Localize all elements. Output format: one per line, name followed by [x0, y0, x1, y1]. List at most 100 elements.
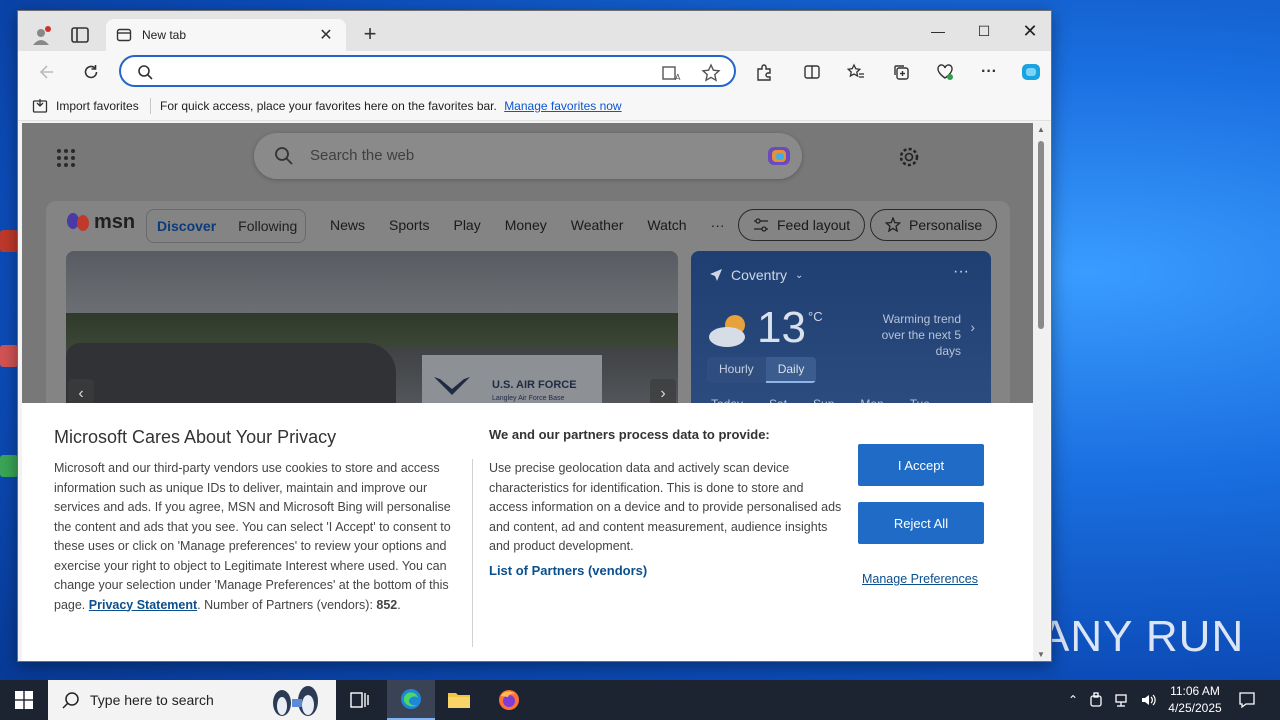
web-search-box[interactable]: Search the web — [254, 133, 802, 179]
weather-trend[interactable]: Warming trend over the next 5 days — [853, 311, 961, 359]
hero-vehicle — [66, 343, 396, 411]
favorites-button[interactable] — [843, 59, 869, 85]
notification-center-button[interactable] — [1238, 680, 1256, 720]
favorite-star-icon[interactable] — [701, 63, 721, 83]
nav-watch[interactable]: Watch — [647, 217, 686, 233]
hero-tree-line — [66, 313, 678, 347]
import-favorites-button[interactable]: Import favorites — [32, 98, 139, 114]
sparkle-star-icon — [885, 217, 901, 233]
chevron-up-icon[interactable]: ⌃ — [1068, 693, 1078, 707]
app-launcher-icon[interactable] — [55, 147, 77, 169]
feed-layout-button[interactable]: Feed layout — [738, 209, 866, 241]
heart-pulse-icon — [937, 64, 953, 80]
tab-following[interactable]: Following — [238, 218, 297, 234]
scroll-thumb[interactable] — [1038, 141, 1044, 329]
desktop-icon[interactable] — [0, 230, 18, 252]
taskbar-file-explorer[interactable] — [435, 680, 483, 720]
collections-icon — [894, 65, 909, 80]
weather-unit: °C — [808, 309, 823, 324]
privacy-consent-banner: Microsoft Cares About Your Privacy Micro… — [22, 403, 1033, 661]
nav-weather[interactable]: Weather — [571, 217, 624, 233]
split-screen-button[interactable] — [799, 59, 825, 85]
copilot-button[interactable] — [1018, 59, 1044, 85]
partners-list-link[interactable]: List of Partners (vendors) — [489, 563, 647, 578]
accept-button[interactable]: I Accept — [858, 444, 984, 486]
edge-icon — [401, 689, 421, 709]
settings-gear-icon[interactable] — [898, 146, 920, 168]
new-tab-page-icon — [116, 28, 132, 42]
privacy-statement-link[interactable]: Privacy Statement — [89, 598, 197, 612]
import-icon — [32, 99, 48, 113]
scroll-up-arrow-icon[interactable]: ▲ — [1037, 125, 1045, 134]
msn-nav: News Sports Play Money Weather Watch ··· — [330, 217, 725, 233]
minimize-button[interactable]: — — [915, 15, 961, 47]
browser-essentials-button[interactable] — [932, 59, 958, 85]
taskbar-clock[interactable]: 11:06 AM 4/25/2025 — [1160, 683, 1230, 717]
scroll-down-arrow-icon[interactable]: ▼ — [1037, 650, 1045, 659]
nav-news[interactable]: News — [330, 217, 365, 233]
privacy-body: Microsoft and our third-party vendors us… — [54, 461, 451, 612]
extensions-button[interactable] — [751, 59, 777, 85]
new-tab-button[interactable]: + — [358, 23, 382, 47]
network-icon[interactable] — [1114, 692, 1130, 708]
weather-trend-line1: Warming trend — [882, 312, 961, 326]
close-tab-icon[interactable]: ✕ — [316, 25, 336, 45]
copilot-icon[interactable] — [764, 141, 794, 171]
taskbar-search[interactable]: Type here to search — [48, 680, 336, 720]
firefox-icon — [499, 690, 519, 710]
clock-date: 4/25/2025 — [1168, 701, 1222, 715]
nav-money[interactable]: Money — [505, 217, 547, 233]
msn-butterfly-icon — [67, 212, 89, 231]
close-window-button[interactable]: ✕ — [1007, 15, 1051, 47]
tab-discover[interactable]: Discover — [157, 218, 216, 234]
chevron-right-icon[interactable]: › — [970, 319, 975, 335]
maximize-button[interactable]: ☐ — [961, 15, 1007, 47]
air-force-logo-icon — [434, 377, 470, 395]
page-scrollbar[interactable]: ▲ ▼ — [1033, 123, 1049, 661]
weather-card[interactable]: Coventry ⌄ ··· 13 °C Warming trend over … — [691, 251, 991, 411]
tab-actions-icon[interactable] — [70, 25, 90, 45]
toggle-hourly[interactable]: Hourly — [707, 357, 766, 383]
privacy-title: Microsoft Cares About Your Privacy — [54, 427, 337, 447]
task-view-icon — [350, 692, 369, 708]
desktop-icon[interactable] — [0, 455, 18, 477]
profile-icon[interactable] — [30, 25, 52, 47]
search-highlight-penguins-icon — [273, 686, 318, 716]
search-icon — [62, 692, 79, 709]
back-button[interactable] — [34, 59, 60, 85]
manage-preferences-link[interactable]: Manage Preferences — [858, 571, 982, 587]
personalise-button[interactable]: Personalise — [870, 209, 998, 241]
volume-icon[interactable] — [1140, 692, 1156, 708]
manage-favorites-link[interactable]: Manage favorites now — [504, 99, 621, 113]
copilot-icon — [1022, 64, 1040, 80]
privacy-divider — [472, 459, 473, 647]
sliders-icon — [754, 218, 768, 232]
weather-location[interactable]: Coventry ⌄ — [709, 267, 803, 283]
weather-more-icon[interactable]: ··· — [953, 263, 969, 281]
search-placeholder: Search the web — [310, 147, 415, 164]
msn-logo[interactable]: msn — [66, 211, 135, 234]
nav-more[interactable]: ··· — [711, 217, 725, 233]
chevron-down-icon: ⌄ — [795, 269, 804, 281]
nav-play[interactable]: Play — [453, 217, 480, 233]
immersive-reader-icon[interactable]: A — [661, 63, 681, 83]
search-icon — [275, 147, 293, 165]
toggle-daily[interactable]: Daily — [765, 357, 817, 383]
forecast-toggle: Hourly Daily — [707, 357, 817, 383]
back-arrow-icon — [39, 65, 53, 79]
start-button[interactable] — [0, 680, 48, 720]
refresh-button[interactable] — [78, 59, 104, 85]
reject-all-button[interactable]: Reject All — [858, 502, 984, 544]
usb-device-icon[interactable] — [1088, 692, 1104, 708]
nav-sports[interactable]: Sports — [389, 217, 429, 233]
task-view-button[interactable] — [336, 680, 384, 720]
taskbar-firefox[interactable] — [485, 680, 533, 720]
hero-news-image[interactable]: U.S. AIR FORCE Langley Air Force Base ‹ … — [66, 251, 678, 411]
collections-button[interactable] — [888, 59, 914, 85]
tab-new-tab[interactable]: New tab ✕ — [106, 19, 346, 51]
more-button[interactable]: ··· — [976, 59, 1002, 85]
hero-sign-text: U.S. AIR FORCE — [492, 379, 577, 391]
desktop-icon[interactable] — [0, 345, 18, 367]
taskbar-edge[interactable] — [387, 680, 435, 720]
address-bar[interactable]: A — [119, 55, 736, 87]
